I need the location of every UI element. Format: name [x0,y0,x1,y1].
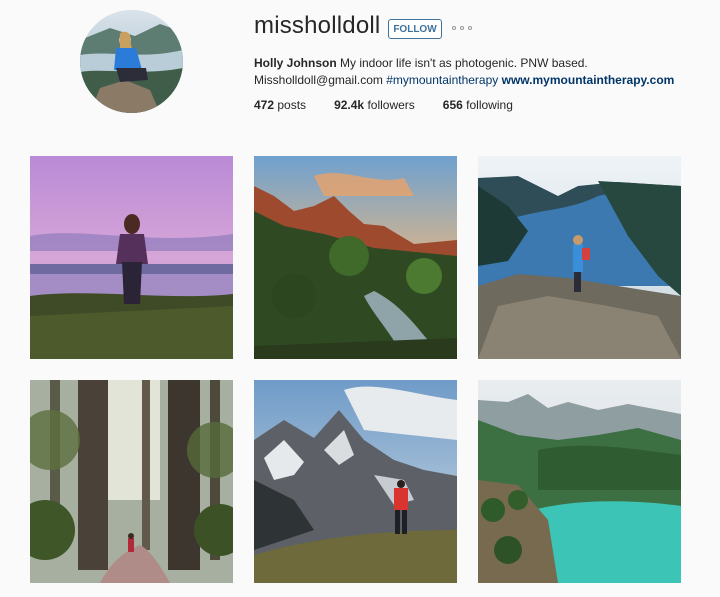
follow-button[interactable]: FOLLOW [388,19,442,39]
bio-website-link[interactable]: www.mymountaintherapy.com [502,73,675,87]
more-dots-icon[interactable] [452,23,472,33]
stat-following[interactable]: 656 following [443,98,513,112]
dot [460,26,464,30]
dot [468,26,472,30]
posts-grid [30,156,682,583]
post-thumbnail-2[interactable] [254,156,457,359]
bio-text: My indoor life isn't as photogenic. PNW … [336,56,588,70]
profile-stats: 472 posts 92.4k followers 656 following [254,98,541,112]
post-thumbnail-5[interactable] [254,380,457,583]
bio-email: Missholldoll@gmail.com [254,73,387,87]
followers-count: 92.4k [334,98,365,112]
bio-hashtag[interactable]: #mymountaintherapy [386,73,498,87]
posts-label: posts [277,98,307,112]
following-label: following [466,98,513,112]
post-thumbnail-3[interactable] [478,156,681,359]
dot [452,26,456,30]
profile-avatar[interactable] [80,10,183,113]
following-count: 656 [442,98,463,112]
posts-count: 472 [254,98,275,112]
followers-label: followers [367,98,415,112]
stat-posts: 472 posts [254,98,306,112]
post-thumbnail-4[interactable] [30,380,233,583]
stat-followers[interactable]: 92.4k followers [334,98,415,112]
post-thumbnail-1[interactable] [30,156,233,359]
profile-username: missholldoll [254,12,381,39]
bio-full-name: Holly Johnson [254,56,337,70]
post-thumbnail-6[interactable] [478,380,681,583]
profile-bio: Holly Johnson My indoor life isn't as ph… [254,55,694,89]
